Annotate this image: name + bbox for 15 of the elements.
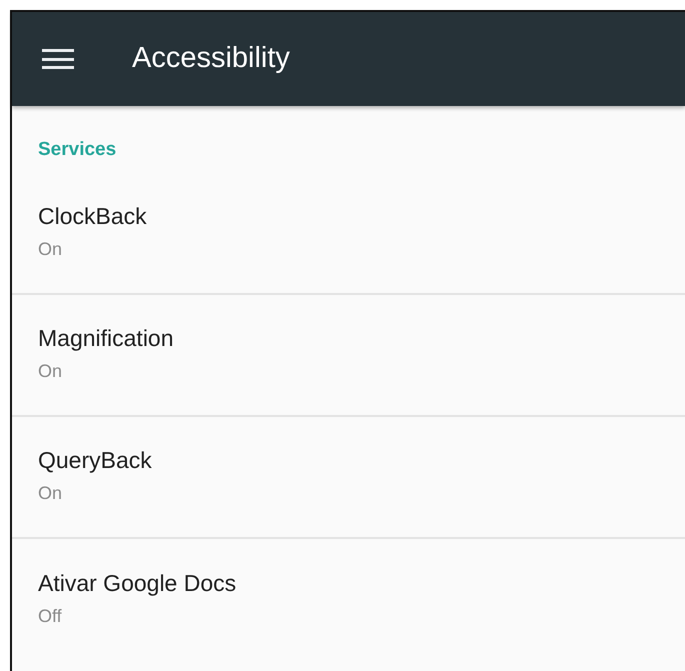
settings-list-item[interactable]: Ativar Google Docs Off	[12, 538, 685, 660]
item-status: On	[38, 360, 64, 384]
menu-icon[interactable]	[42, 47, 74, 71]
item-status: Off	[38, 605, 63, 628]
settings-list-item[interactable]: ClockBack On	[12, 172, 685, 294]
item-status: On	[38, 238, 64, 262]
settings-list-item[interactable]: QueryBack On	[12, 416, 685, 538]
item-title: Ativar Google Docs	[38, 568, 238, 598]
item-title: QueryBack	[38, 446, 153, 474]
item-title: ClockBack	[38, 202, 148, 230]
section-header: Services	[38, 139, 116, 160]
settings-list-item[interactable]: Magnification On	[12, 294, 685, 416]
app-bar-title: Accessibility	[132, 41, 290, 76]
item-title: Magnification	[38, 324, 175, 352]
item-status: On	[38, 482, 64, 506]
